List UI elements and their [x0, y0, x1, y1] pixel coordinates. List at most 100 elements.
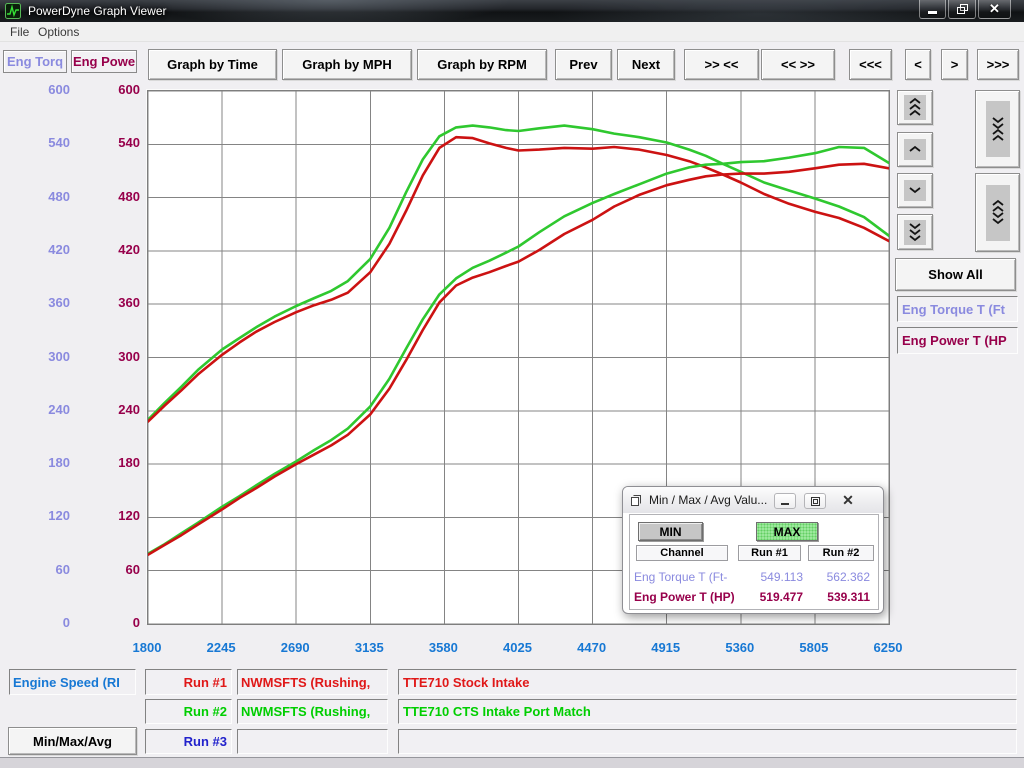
next-button[interactable]: Next	[617, 49, 675, 80]
min-button[interactable]: MIN	[638, 522, 703, 541]
power-run2-value: 539.311	[810, 590, 870, 604]
y-tick-label: 120	[96, 508, 140, 523]
y-tick-label: 360	[96, 295, 140, 310]
scale-down-button[interactable]	[897, 173, 933, 208]
scroll-left-button[interactable]: <	[905, 49, 931, 80]
graph-by-rpm-button[interactable]: Graph by RPM	[417, 49, 547, 80]
dialog-minimize-icon	[781, 503, 789, 505]
title-bar: PowerDyne Graph Viewer ✕	[0, 0, 1024, 22]
channel-button-power[interactable]: Eng Powe	[71, 50, 137, 73]
column-header-run1[interactable]: Run #1	[738, 545, 801, 561]
power-channel-cell: Eng Power T (HP)	[634, 590, 735, 604]
zoom-in-x-button[interactable]: >> <<	[684, 49, 759, 80]
run2-description-field[interactable]: TTE710 CTS Intake Port Match	[398, 699, 1017, 724]
column-header-channel[interactable]: Channel	[636, 545, 728, 561]
menu-bar: File Options	[0, 22, 1024, 42]
y-tick-label: 60	[96, 562, 140, 577]
torque-run2-value: 562.362	[810, 570, 870, 584]
minimize-button[interactable]	[919, 0, 946, 19]
y-tick-label: 420	[28, 242, 70, 257]
x-tick-label: 4470	[577, 640, 606, 655]
dialog-title: Min / Max / Avg Valu...	[649, 493, 767, 507]
run1-description-field[interactable]: TTE710 Stock Intake	[398, 669, 1017, 695]
expand-scale-button[interactable]	[975, 173, 1020, 252]
min-max-avg-button[interactable]: Min/Max/Avg	[8, 727, 137, 755]
show-all-button[interactable]: Show All	[895, 258, 1016, 291]
run1-file-field[interactable]: NWMSFTS (Rushing,	[237, 669, 388, 695]
scale-down-fast-button[interactable]	[897, 214, 933, 250]
x-channel-field[interactable]: Engine Speed (RI	[9, 669, 136, 695]
zoom-out-x-button[interactable]: << >>	[761, 49, 835, 80]
triple-up-chevron-icon	[904, 95, 926, 120]
x-tick-label: 5360	[725, 640, 754, 655]
run2-file-field[interactable]: NWMSFTS (Rushing,	[237, 699, 388, 724]
legend-item-power[interactable]: Eng Power T (HP	[897, 327, 1018, 354]
dialog-icon	[630, 494, 643, 507]
compress-scale-button[interactable]	[975, 90, 1020, 168]
up-chevron-icon	[904, 139, 926, 160]
y-tick-label: 300	[96, 349, 140, 364]
dialog-minimize-button[interactable]	[774, 493, 796, 509]
dialog-close-button[interactable]: ✕	[835, 490, 861, 510]
graph-by-mph-button[interactable]: Graph by MPH	[282, 49, 412, 80]
restore-icon	[957, 4, 968, 14]
x-axis-labels: 1800224526903135358040254470491553605805…	[0, 640, 1024, 656]
y-tick-label: 120	[28, 508, 70, 523]
y-tick-label: 480	[96, 189, 140, 204]
graph-by-time-button[interactable]: Graph by Time	[148, 49, 277, 80]
dialog-close-icon: ✕	[842, 492, 854, 509]
scroll-far-right-button[interactable]: >>>	[977, 49, 1019, 80]
scroll-right-button[interactable]: >	[941, 49, 968, 80]
x-tick-label: 3580	[429, 640, 458, 655]
prev-button[interactable]: Prev	[555, 49, 612, 80]
y-tick-label: 180	[28, 455, 70, 470]
close-icon: ✕	[989, 1, 1000, 17]
dialog-title-bar[interactable]: Min / Max / Avg Valu... ✕	[623, 487, 883, 513]
y-tick-label: 360	[28, 295, 70, 310]
y-tick-label: 180	[96, 455, 140, 470]
minimize-icon	[928, 11, 937, 14]
y-tick-label: 60	[28, 562, 70, 577]
min-max-dialog: Min / Max / Avg Valu... ✕ MIN MAX Channe…	[622, 486, 884, 614]
app-icon	[5, 3, 21, 19]
menu-options[interactable]: Options	[34, 22, 83, 42]
expand-chevrons-icon	[986, 185, 1010, 241]
y-tick-label: 480	[28, 189, 70, 204]
maximize-button[interactable]	[948, 0, 976, 19]
torque-channel-cell: Eng Torque T (Ft-	[634, 570, 727, 584]
window-bottom-border	[0, 757, 1024, 768]
compress-chevrons-icon	[986, 101, 1010, 157]
menu-file[interactable]: File	[6, 22, 33, 42]
y-tick-label: 240	[28, 402, 70, 417]
close-button[interactable]: ✕	[978, 0, 1011, 19]
scale-up-fast-button[interactable]	[897, 90, 933, 125]
x-tick-label: 2245	[207, 640, 236, 655]
scroll-far-left-button[interactable]: <<<	[849, 49, 892, 80]
x-tick-label: 2690	[281, 640, 310, 655]
triple-down-chevron-icon	[904, 220, 926, 245]
power-run1-value: 519.477	[743, 590, 803, 604]
y-tick-label: 600	[96, 82, 140, 97]
run3-file-field[interactable]	[237, 729, 388, 754]
down-chevron-icon	[904, 180, 926, 201]
y-tick-label: 600	[28, 82, 70, 97]
y-tick-label: 540	[28, 135, 70, 150]
max-button[interactable]: MAX	[756, 522, 818, 541]
run3-description-field[interactable]	[398, 729, 1017, 754]
x-tick-label: 6250	[874, 640, 903, 655]
legend-item-torque[interactable]: Eng Torque T (Ft	[897, 296, 1018, 322]
y-tick-label: 540	[96, 135, 140, 150]
scale-up-button[interactable]	[897, 132, 933, 167]
run2-label: Run #2	[145, 699, 232, 724]
x-tick-label: 4915	[651, 640, 680, 655]
column-header-run2[interactable]: Run #2	[808, 545, 874, 561]
y-tick-label: 300	[28, 349, 70, 364]
channel-button-torque[interactable]: Eng Torq	[3, 50, 67, 73]
dialog-maximize-button[interactable]	[804, 493, 826, 509]
window-title: PowerDyne Graph Viewer	[28, 0, 167, 22]
y-tick-label: 0	[96, 615, 140, 630]
y-tick-label: 420	[96, 242, 140, 257]
x-tick-label: 3135	[355, 640, 384, 655]
x-tick-label: 5805	[799, 640, 828, 655]
run3-label: Run #3	[145, 729, 232, 754]
